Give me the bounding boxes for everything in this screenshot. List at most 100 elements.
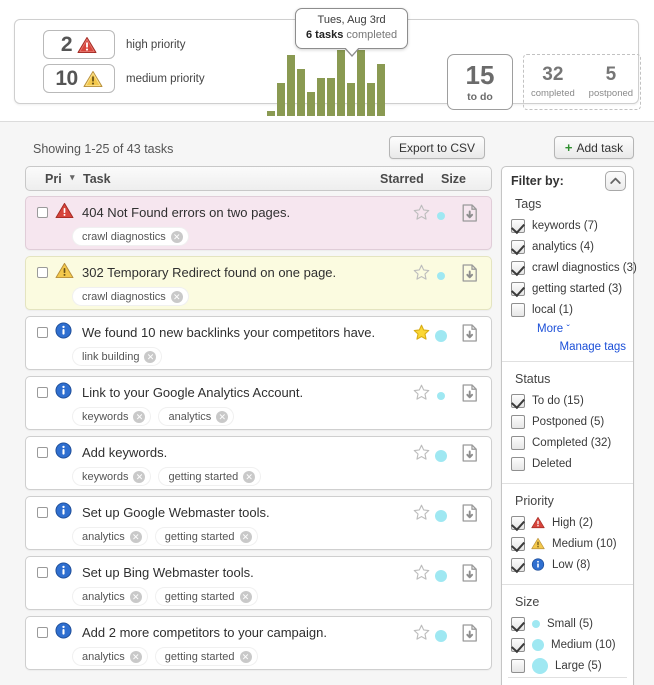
chart-bar[interactable]	[377, 64, 385, 116]
chart-bar[interactable]	[347, 83, 355, 116]
filter-row-status[interactable]: To do (15)	[511, 391, 633, 410]
remove-tag-icon[interactable]: ✕	[130, 531, 142, 543]
filter-checkbox[interactable]	[511, 537, 525, 551]
chart-bar[interactable]	[287, 55, 295, 116]
filter-row-tag[interactable]: local (1)	[511, 300, 633, 319]
task-checkbox[interactable]	[37, 627, 48, 638]
sort-caret-icon[interactable]: ▾	[70, 172, 75, 183]
filter-checkbox[interactable]	[511, 617, 525, 631]
chevron-up-icon[interactable]	[605, 171, 626, 191]
task-tag[interactable]: getting started✕	[158, 467, 261, 486]
download-task-icon[interactable]	[462, 204, 478, 225]
download-task-icon[interactable]	[462, 504, 478, 525]
add-task-button[interactable]: + Add task	[554, 136, 634, 159]
remove-tag-icon[interactable]: ✕	[133, 471, 145, 483]
filter-row-size[interactable]: Medium (10)	[511, 635, 633, 654]
task-size-dot[interactable]	[435, 330, 447, 342]
download-task-icon[interactable]	[462, 324, 478, 345]
task-tag[interactable]: keywords✕	[72, 407, 151, 426]
filter-checkbox[interactable]	[511, 219, 525, 233]
task-tag[interactable]: crawl diagnostics✕	[72, 227, 189, 246]
filter-checkbox[interactable]	[511, 436, 525, 450]
download-task-icon[interactable]	[462, 624, 478, 645]
filter-row-priority[interactable]: Medium (10)	[511, 534, 633, 553]
filter-checkbox[interactable]	[511, 415, 525, 429]
chart-bar[interactable]	[297, 69, 305, 116]
filter-checkbox[interactable]	[511, 659, 525, 673]
task-row[interactable]: 404 Not Found errors on two pages.crawl …	[25, 196, 492, 250]
task-row[interactable]: Add keywords.keywords✕getting started✕	[25, 436, 492, 490]
star-icon[interactable]	[413, 504, 430, 524]
filter-checkbox[interactable]	[511, 303, 525, 317]
task-row[interactable]: Set up Bing Webmaster tools.analytics✕ge…	[25, 556, 492, 610]
filter-row-tag[interactable]: crawl diagnostics (3)	[511, 258, 633, 277]
remove-tag-icon[interactable]: ✕	[216, 411, 228, 423]
filter-checkbox[interactable]	[511, 457, 525, 471]
chart-bar[interactable]	[317, 78, 325, 116]
task-checkbox[interactable]	[37, 507, 48, 518]
task-checkbox[interactable]	[37, 327, 48, 338]
download-task-icon[interactable]	[462, 264, 478, 285]
chart-bar[interactable]	[357, 50, 365, 116]
task-tag[interactable]: crawl diagnostics✕	[72, 287, 189, 306]
star-icon[interactable]	[413, 384, 430, 404]
export-to-csv-button[interactable]: Export to CSV	[389, 136, 485, 159]
task-tag[interactable]: analytics✕	[72, 647, 148, 666]
download-task-icon[interactable]	[462, 564, 478, 585]
chart-bar[interactable]	[277, 83, 285, 116]
chart-bar[interactable]	[327, 78, 335, 116]
task-checkbox[interactable]	[37, 387, 48, 398]
task-tag[interactable]: analytics✕	[72, 527, 148, 546]
filter-row-tag[interactable]: analytics (4)	[511, 237, 633, 256]
remove-tag-icon[interactable]: ✕	[130, 591, 142, 603]
task-checkbox[interactable]	[37, 447, 48, 458]
task-tag[interactable]: getting started✕	[155, 647, 258, 666]
completed-tasks-bar-chart[interactable]	[267, 50, 393, 116]
filter-row-priority[interactable]: Low (8)	[511, 555, 633, 574]
column-header-starred[interactable]: Starred	[380, 172, 424, 186]
task-checkbox[interactable]	[37, 267, 48, 278]
star-icon[interactable]	[413, 324, 430, 344]
task-size-dot[interactable]	[437, 212, 445, 220]
chart-bar[interactable]	[367, 83, 375, 116]
star-icon[interactable]	[413, 624, 430, 644]
task-checkbox[interactable]	[37, 207, 48, 218]
task-size-dot[interactable]	[435, 630, 447, 642]
task-size-dot[interactable]	[437, 272, 445, 280]
star-icon[interactable]	[413, 204, 430, 224]
filter-row-status[interactable]: Deleted	[511, 454, 633, 473]
filter-checkbox[interactable]	[511, 516, 525, 530]
remove-tag-icon[interactable]: ✕	[240, 591, 252, 603]
task-tag[interactable]: getting started✕	[155, 587, 258, 606]
filter-checkbox[interactable]	[511, 261, 525, 275]
filter-row-status[interactable]: Completed (32)	[511, 433, 633, 452]
remove-tag-icon[interactable]: ✕	[171, 291, 183, 303]
filter-checkbox[interactable]	[511, 240, 525, 254]
download-task-icon[interactable]	[462, 384, 478, 405]
filter-checkbox[interactable]	[511, 282, 525, 296]
task-checkbox[interactable]	[37, 567, 48, 578]
star-icon[interactable]	[413, 444, 430, 464]
filter-row-tag[interactable]: getting started (3)	[511, 279, 633, 298]
filter-row-priority[interactable]: High (2)	[511, 513, 633, 532]
filter-checkbox[interactable]	[511, 558, 525, 572]
task-row[interactable]: Add 2 more competitors to your campaign.…	[25, 616, 492, 670]
filter-row-size[interactable]: Large (5)	[511, 656, 633, 675]
manage-tags-link[interactable]: Manage tags	[560, 341, 627, 353]
task-tag[interactable]: link building✕	[72, 347, 162, 366]
task-row[interactable]: Set up Google Webmaster tools.analytics✕…	[25, 496, 492, 550]
task-tag[interactable]: keywords✕	[72, 467, 151, 486]
filter-row-size[interactable]: Small (5)	[511, 614, 633, 633]
task-row[interactable]: We found 10 new backlinks your competito…	[25, 316, 492, 370]
remove-tag-icon[interactable]: ✕	[130, 651, 142, 663]
task-size-dot[interactable]	[435, 510, 447, 522]
filter-checkbox[interactable]	[511, 638, 525, 652]
task-size-dot[interactable]	[435, 450, 447, 462]
task-size-dot[interactable]	[435, 570, 447, 582]
remove-tag-icon[interactable]: ✕	[144, 351, 156, 363]
task-row[interactable]: Link to your Google Analytics Account.ke…	[25, 376, 492, 430]
remove-tag-icon[interactable]: ✕	[171, 231, 183, 243]
star-icon[interactable]	[413, 564, 430, 584]
column-header-task[interactable]: Task	[83, 172, 111, 186]
task-tag[interactable]: getting started✕	[155, 527, 258, 546]
